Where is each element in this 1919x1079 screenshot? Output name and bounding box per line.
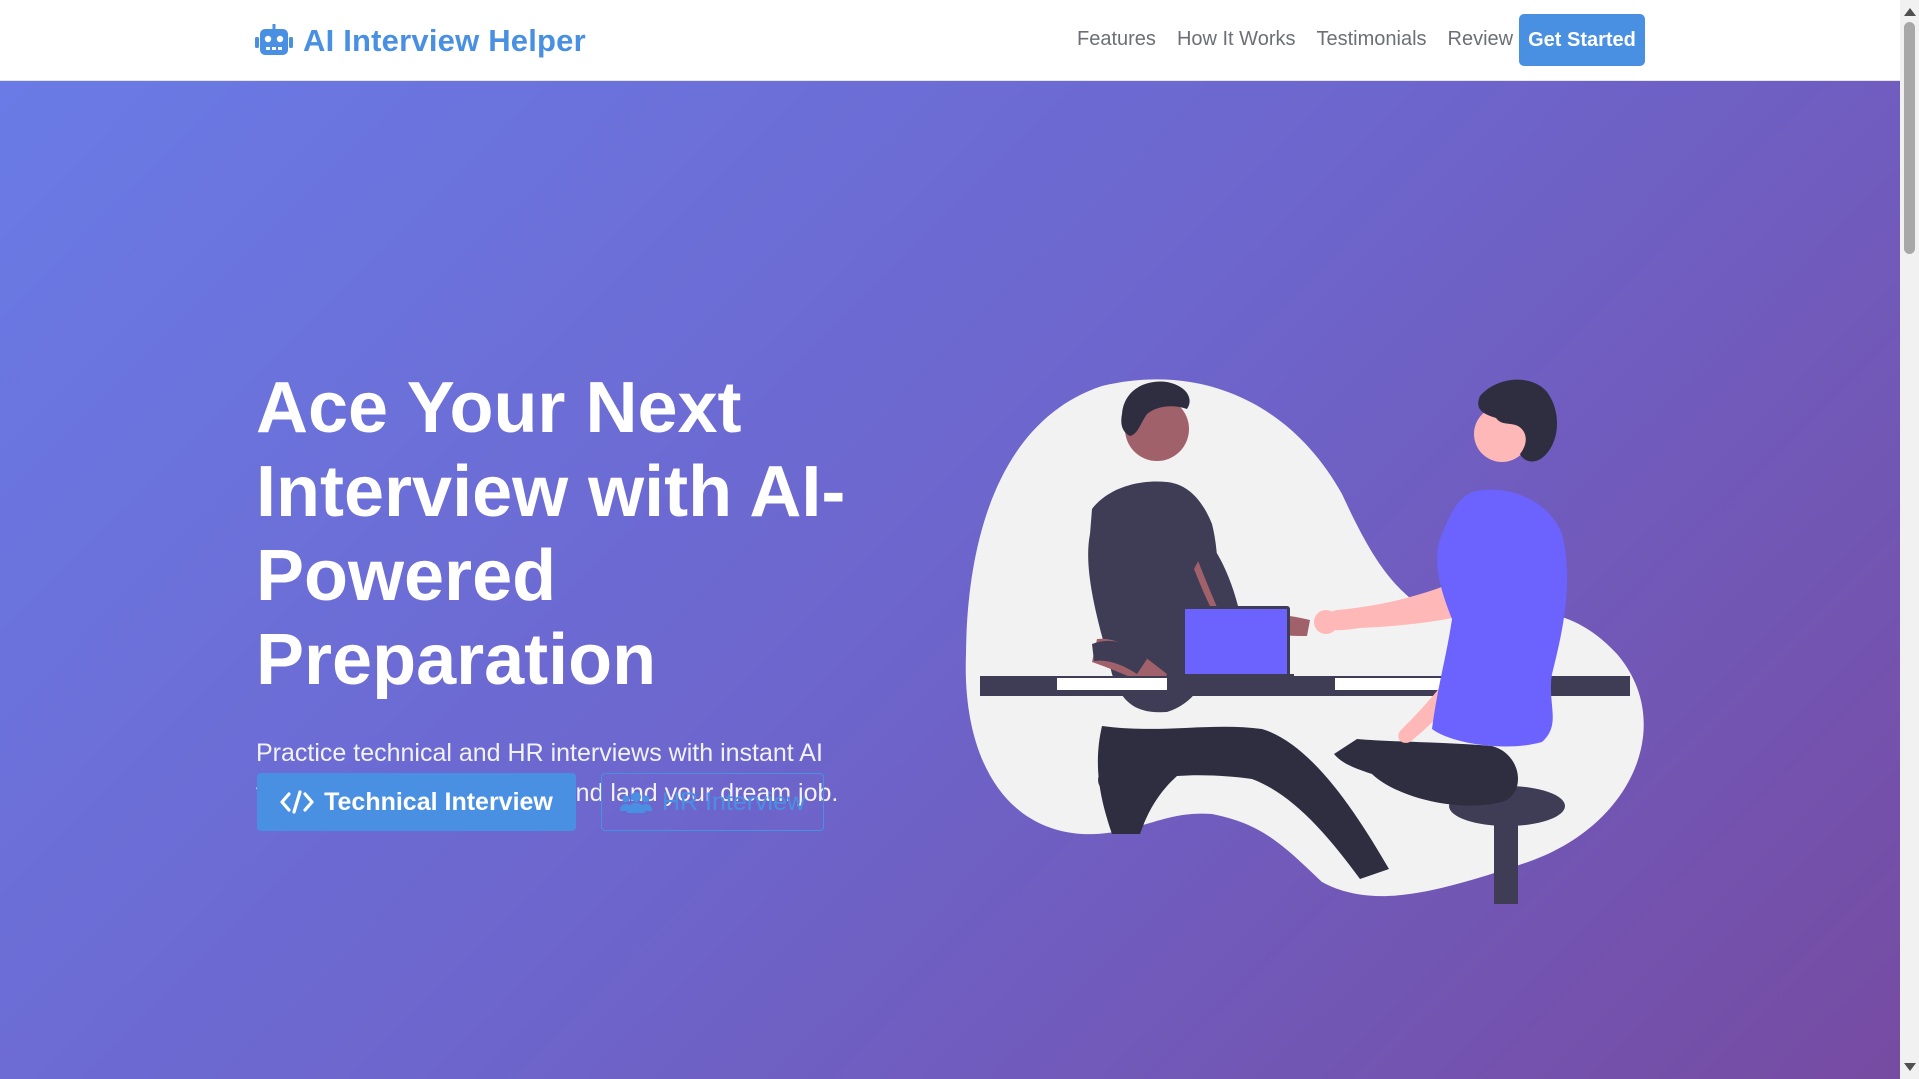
code-icon	[280, 790, 314, 814]
hr-interview-label: HR Interview	[661, 787, 806, 816]
desk-paper-left	[1057, 678, 1167, 690]
laptop-screen	[1185, 609, 1287, 675]
vertical-scrollbar[interactable]	[1900, 0, 1919, 1079]
technical-interview-label: Technical Interview	[324, 787, 553, 816]
nav-link-review[interactable]: Review	[1448, 28, 1514, 51]
right-person-hand	[1314, 610, 1338, 634]
right-stool-leg	[1494, 814, 1518, 904]
hr-interview-button[interactable]: HR Interview	[601, 773, 824, 831]
get-started-button[interactable]: Get Started	[1519, 14, 1645, 66]
nav-link-testimonials[interactable]: Testimonials	[1316, 28, 1426, 51]
nav-link-features[interactable]: Features	[1077, 28, 1156, 51]
brand-logo[interactable]: AI Interview Helper	[255, 22, 586, 60]
handshake-interview-illustration	[965, 379, 1644, 904]
technical-interview-button[interactable]: Technical Interview	[257, 773, 576, 831]
desk-paper-right	[1335, 678, 1445, 690]
robot-icon	[255, 24, 293, 55]
scroll-up-arrow-icon[interactable]	[1904, 8, 1916, 16]
hero-title: Ace Your Next Interview with AI-Powered …	[256, 368, 846, 700]
nav-links: Features How It Works Testimonials Revie…	[1077, 28, 1513, 51]
nav-link-how-it-works[interactable]: How It Works	[1177, 28, 1296, 51]
brand-name: AI Interview Helper	[303, 23, 586, 58]
users-icon	[619, 792, 652, 813]
top-navbar: AI Interview Helper Features How It Work…	[0, 0, 1900, 81]
laptop-base	[1174, 674, 1294, 684]
right-person-shirt	[1432, 489, 1568, 747]
scrollbar-thumb[interactable]	[1904, 22, 1915, 254]
scroll-down-arrow-icon[interactable]	[1904, 1063, 1916, 1071]
